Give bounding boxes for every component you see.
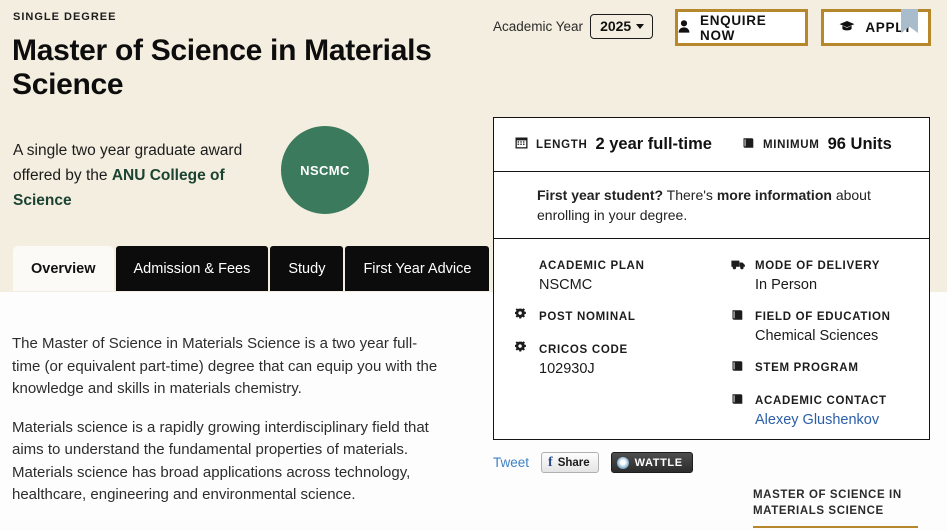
tab-admission-and-fees[interactable]: Admission & Fees — [115, 246, 269, 291]
program-code-badge-label: NSCMC — [300, 162, 350, 178]
field-field-of-education: FIELD OF EDUCATION Chemical Sciences — [731, 307, 919, 344]
stat-length-value: 2 year full-time — [595, 135, 712, 153]
field-field-of-education-value: Chemical Sciences — [755, 328, 879, 344]
overview-paragraph-1: The Master of Science in Materials Scien… — [12, 335, 438, 397]
field-cricos-code-label: CRICOS CODE — [539, 344, 628, 356]
apply-button[interactable]: APPLY — [821, 9, 931, 46]
field-academic-plan-value: NSCMC — [539, 277, 593, 293]
tab-study[interactable]: Study — [270, 246, 344, 291]
academic-contact-link[interactable]: Alexey Glushenkov — [755, 412, 879, 428]
wattle-icon — [616, 456, 629, 469]
field-academic-contact-value: Alexey Glushenkov — [755, 412, 887, 428]
academic-year-value: 2025 — [600, 18, 632, 34]
sidebar-degree-heading: MASTER OF SCIENCE IN MATERIALS SCIENCE — [753, 487, 933, 528]
overview-body: The Master of Science in Materials Scien… — [12, 333, 444, 507]
stat-length-label: LENGTH — [536, 138, 588, 151]
sidebar-degree-heading-line-1: MASTER OF SCIENCE IN — [753, 489, 902, 501]
book-icon — [731, 307, 746, 344]
field-stem-program: STEM PROGRAM — [731, 358, 919, 377]
stat-length: LENGTH 2 year full-time — [515, 135, 712, 154]
first-year-note: First year student? There's more informa… — [494, 172, 929, 239]
book-icon — [742, 136, 755, 154]
stat-minimum: MINIMUM 96 Units — [742, 135, 892, 154]
social-share-row: Tweet f Share WATTLE — [493, 452, 693, 473]
gear-icon — [514, 307, 530, 326]
person-icon — [678, 19, 690, 36]
page-root: SINGLE DEGREE Master of Science in Mater… — [0, 0, 947, 531]
degree-detail-right-column: MODE OF DELIVERY In Person FIELD OF EDUC… — [717, 256, 919, 442]
truck-icon — [731, 256, 746, 293]
wattle-label: WATTLE — [634, 456, 683, 469]
sidebar-heading-rule — [753, 526, 918, 528]
academic-year-select[interactable]: 2025 — [590, 14, 654, 39]
degree-info-card-header: LENGTH 2 year full-time MINIMUM 96 Units — [494, 118, 929, 172]
field-academic-contact-label: ACADEMIC CONTACT — [755, 395, 887, 407]
facebook-icon: f — [548, 454, 553, 470]
book-icon — [731, 391, 746, 428]
first-year-note-middle: There's — [663, 187, 717, 203]
enquire-now-button[interactable]: ENQUIRE NOW — [675, 9, 808, 46]
tweet-button[interactable]: Tweet — [493, 455, 529, 470]
field-post-nominal: POST NOMINAL — [514, 307, 717, 326]
gear-icon — [514, 340, 530, 377]
field-field-of-education-label: FIELD OF EDUCATION — [755, 311, 891, 323]
academic-year-label: Academic Year — [493, 19, 584, 34]
tab-first-year-advice[interactable]: First Year Advice — [345, 246, 490, 291]
field-academic-plan-label: ACADEMIC PLAN — [539, 260, 645, 272]
facebook-share-button[interactable]: f Share — [541, 452, 599, 473]
academic-year-control: Academic Year 2025 — [493, 14, 654, 39]
program-code-badge: NSCMC — [281, 126, 369, 214]
tab-overview[interactable]: Overview — [13, 246, 114, 291]
facebook-share-label: Share — [557, 456, 590, 469]
section-tabs: Overview Admission & Fees Study First Ye… — [13, 246, 490, 291]
field-mode-of-delivery-label: MODE OF DELIVERY — [755, 260, 881, 272]
field-stem-program-label: STEM PROGRAM — [755, 362, 859, 374]
field-academic-plan: ACADEMIC PLAN NSCMC — [515, 256, 717, 293]
degree-detail-left-column: ACADEMIC PLAN NSCMC POST NOMINAL CRICOS … — [514, 256, 717, 442]
wattle-button[interactable]: WATTLE — [610, 452, 693, 473]
degree-detail-grid: ACADEMIC PLAN NSCMC POST NOMINAL CRICOS … — [494, 239, 929, 442]
book-icon — [731, 358, 746, 377]
blank-icon — [515, 256, 530, 293]
field-academic-contact: ACADEMIC CONTACT Alexey Glushenkov — [731, 391, 919, 428]
field-mode-of-delivery-value: In Person — [755, 277, 818, 293]
stat-minimum-label: MINIMUM — [762, 138, 820, 151]
stat-minimum-value: 96 Units — [827, 135, 892, 153]
more-information-link[interactable]: more information — [717, 187, 832, 203]
degree-info-card: LENGTH 2 year full-time MINIMUM 96 Units… — [493, 117, 930, 440]
field-cricos-code-value: 102930J — [539, 361, 595, 377]
first-year-note-lead: First year student? — [537, 187, 664, 203]
hero-subtitle: A single two year graduate award offered… — [13, 138, 258, 213]
enquire-now-label: ENQUIRE NOW — [700, 12, 767, 43]
degree-type-kicker: SINGLE DEGREE — [13, 11, 117, 23]
page-title: Master of Science in Materials Science — [12, 34, 432, 101]
graduation-cap-icon — [839, 20, 855, 35]
sidebar-degree-heading-line-2: MATERIALS SCIENCE — [753, 505, 884, 517]
field-post-nominal-label: POST NOMINAL — [539, 311, 636, 323]
chevron-down-icon — [636, 23, 645, 29]
calendar-icon — [515, 136, 528, 154]
field-cricos-code: CRICOS CODE 102930J — [514, 340, 717, 377]
field-mode-of-delivery: MODE OF DELIVERY In Person — [731, 256, 919, 293]
overview-paragraph-2: Materials science is a rapidly growing i… — [12, 418, 429, 504]
